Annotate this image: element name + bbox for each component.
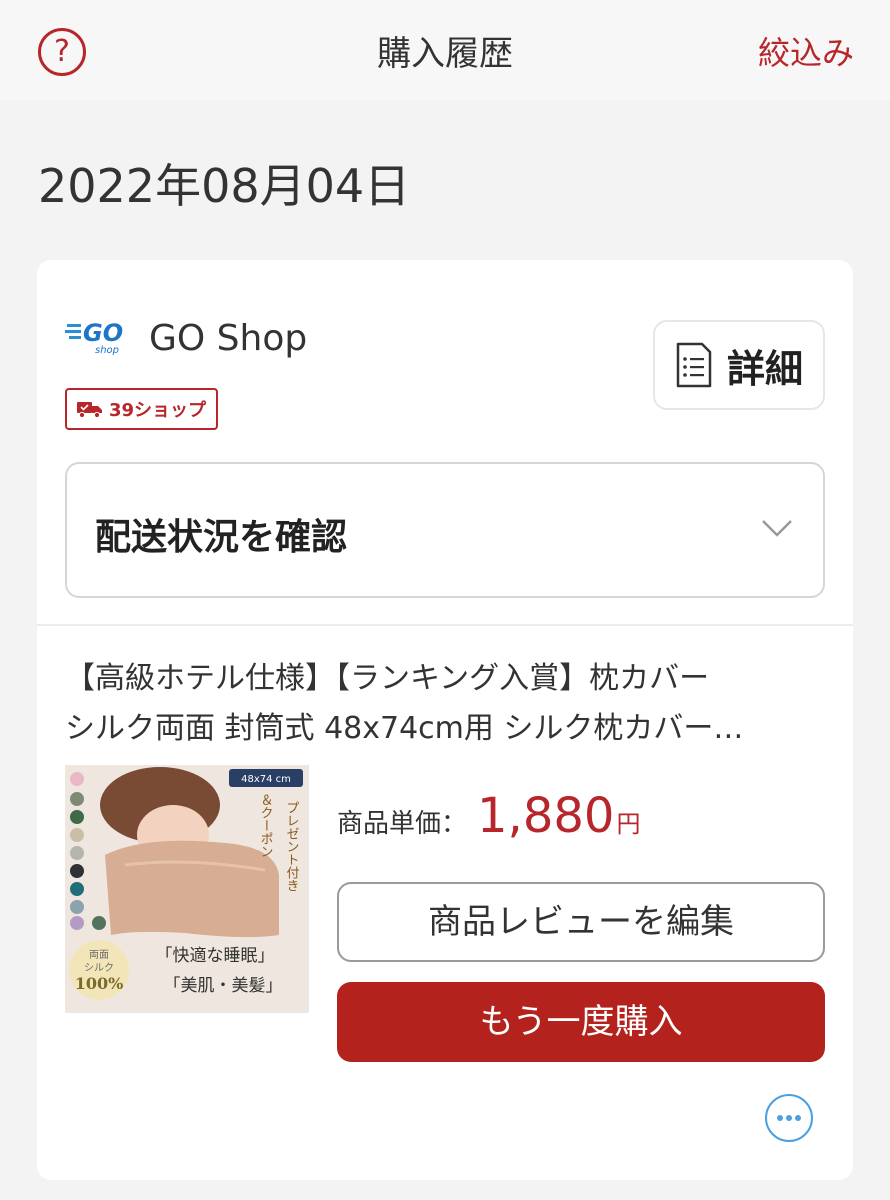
more-dots bbox=[777, 1115, 801, 1121]
order-date: 2022年08月04日 bbox=[38, 159, 411, 213]
logo-text: GO bbox=[83, 319, 123, 347]
caption-2: 「美肌・美髪」 bbox=[164, 976, 283, 996]
delivery-status-label: 配送状況を確認 bbox=[95, 517, 348, 558]
divider bbox=[37, 624, 853, 626]
delivery-truck-icon bbox=[77, 402, 102, 418]
detail-button[interactable]: 詳細 bbox=[653, 320, 825, 410]
unit-price-label: 商品単価： bbox=[337, 809, 468, 839]
badge-circle-line-2: シルク bbox=[84, 962, 114, 974]
document-list-icon bbox=[676, 342, 712, 388]
unit-price-currency: 円 bbox=[616, 810, 641, 838]
product-title-line-2: シルク両面 封筒式 48x74cm用 シルク枕カバー… bbox=[65, 711, 744, 746]
caption-1: 「快適な睡眠」 bbox=[156, 946, 275, 966]
product-image-graphic: 48x74 cm プレゼント付き ＆クーポン 両面 シルク 100% 「快適な睡… bbox=[65, 765, 309, 1013]
order-card: GO shop GO Shop 39ショップ 詳細 配送状況を確認 【高級ホテル… bbox=[37, 260, 853, 1180]
more-horizontal-icon[interactable] bbox=[765, 1094, 813, 1142]
promo-text-2: ＆クーポン bbox=[258, 793, 273, 858]
detail-label: 詳細 bbox=[726, 346, 803, 391]
top-bar: ? 購入履歴 絞込み bbox=[0, 0, 890, 100]
shop-badge: 39ショップ bbox=[65, 388, 219, 430]
product-title-line-1: 【高級ホテル仕様】【ランキング入賞】枕カバー bbox=[65, 661, 710, 696]
badge-circle-line-3: 100% bbox=[75, 974, 124, 993]
chevron-down-icon bbox=[762, 520, 792, 537]
size-label: 48x74 cm bbox=[241, 774, 291, 785]
go-shop-logo: GO shop bbox=[65, 319, 123, 356]
product-title[interactable]: 【高級ホテル仕様】【ランキング入賞】枕カバー シルク両面 封筒式 48x74cm… bbox=[65, 654, 825, 754]
logo-subtext: shop bbox=[95, 345, 119, 356]
edit-review-button[interactable]: 商品レビューを編集 bbox=[337, 882, 825, 962]
badge-circle-line-1: 両面 bbox=[89, 950, 109, 961]
shop-name[interactable]: GO Shop bbox=[149, 318, 307, 359]
filter-button[interactable]: 絞込み bbox=[758, 28, 854, 74]
product-image[interactable]: 48x74 cm プレゼント付き ＆クーポン 両面 シルク 100% 「快適な睡… bbox=[65, 765, 309, 1013]
badge-label: 39ショップ bbox=[109, 400, 207, 421]
unit-price-value: 1,880 bbox=[477, 788, 615, 844]
page-title: 購入履歴 bbox=[377, 34, 513, 74]
buy-again-button[interactable]: もう一度購入 bbox=[337, 982, 825, 1062]
promo-text-1: プレゼント付き bbox=[284, 801, 300, 892]
unit-price: 商品単価： 1,880 円 bbox=[337, 788, 640, 844]
delivery-status-dropdown[interactable]: 配送状況を確認 bbox=[65, 462, 825, 598]
